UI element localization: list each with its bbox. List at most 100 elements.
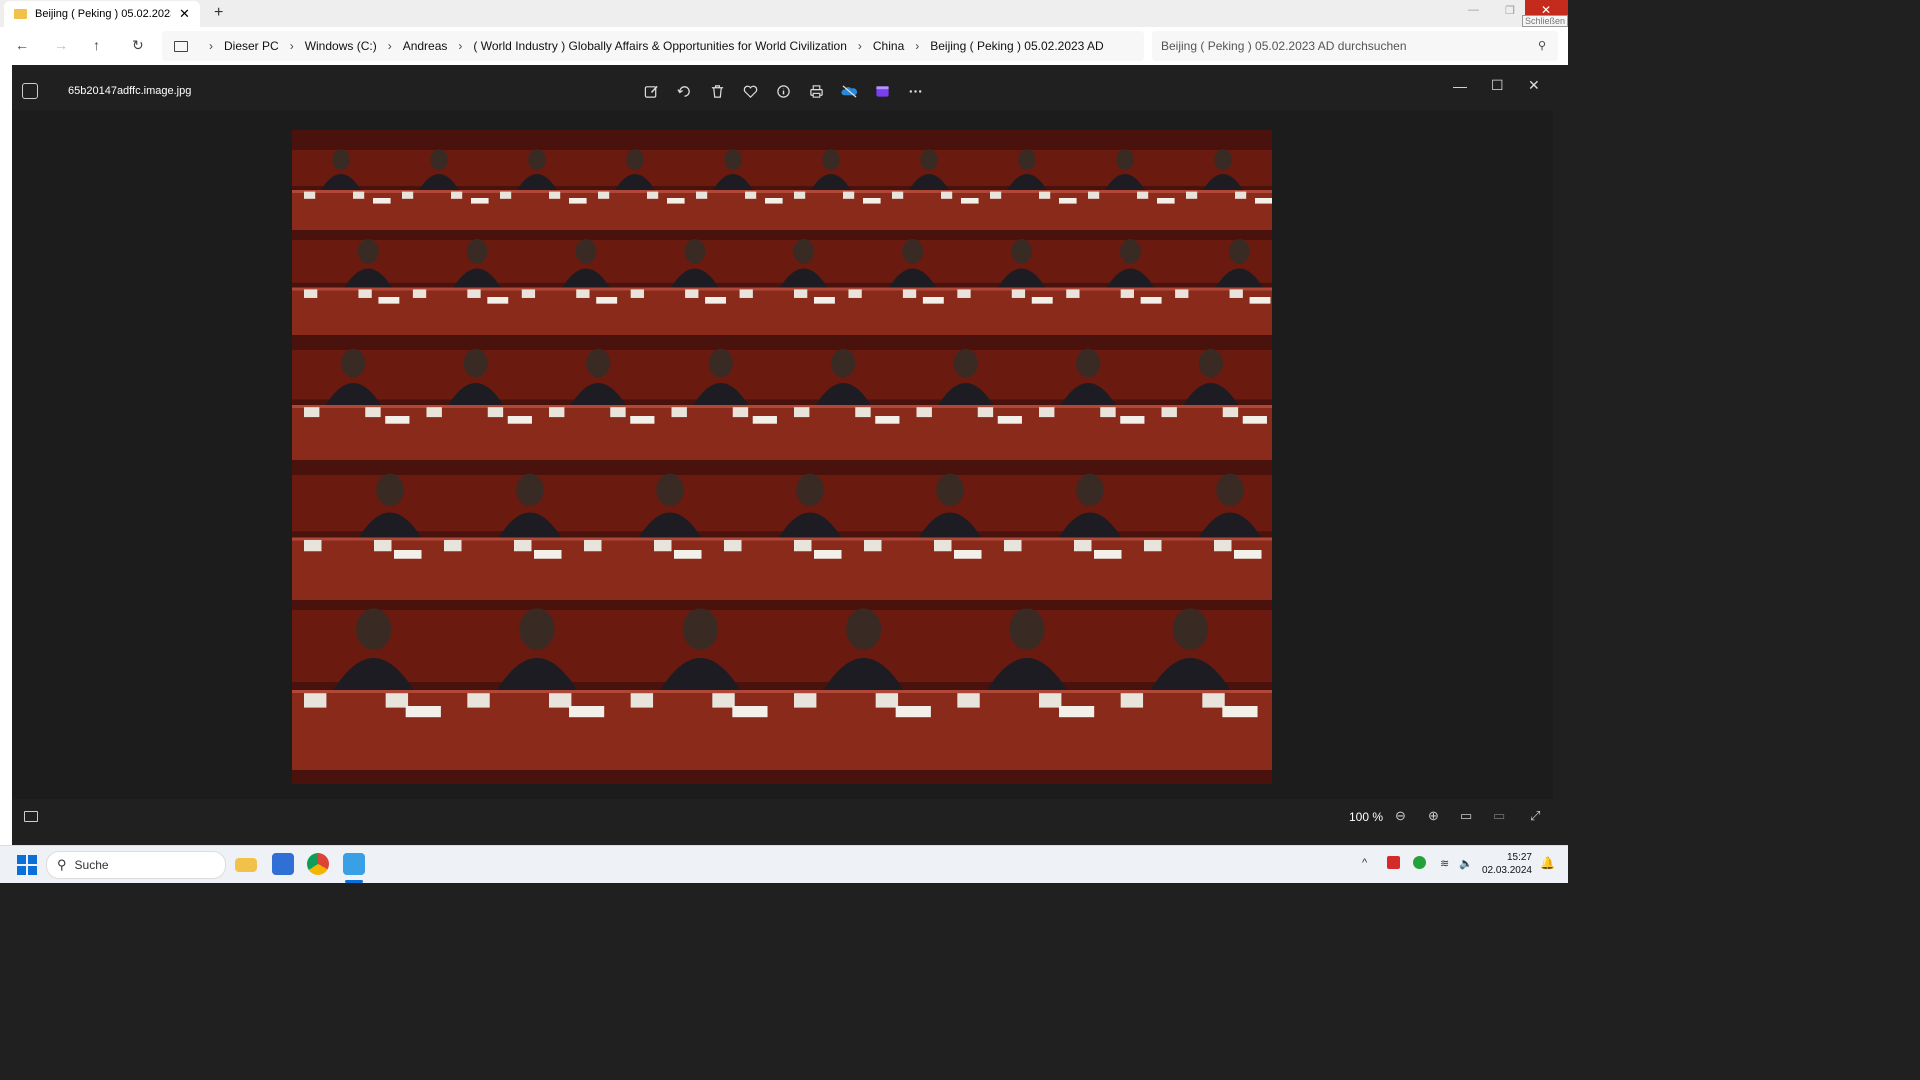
cup (1074, 540, 1092, 552)
figure-head (822, 149, 840, 170)
figure-head (708, 348, 733, 378)
cup (1222, 407, 1239, 418)
zoom-in-icon[interactable]: ⊕ (1428, 808, 1439, 824)
figure-head (1076, 348, 1101, 378)
viewer-minimize-icon[interactable]: — (1453, 78, 1467, 94)
cup (745, 191, 757, 199)
taskbar-search[interactable]: ⚲ Suche (46, 851, 226, 879)
name-card (814, 297, 835, 304)
breadcrumb-item[interactable]: Windows (C:) (305, 39, 377, 53)
breadcrumb-separator[interactable]: › (915, 39, 919, 53)
clipchamp-icon[interactable] (873, 82, 892, 101)
minimize-icon[interactable]: — (1468, 4, 1479, 16)
address-bar[interactable]: › Dieser PC › Windows (C:) › Andreas › ( World … (162, 31, 1144, 61)
figure-head (1011, 239, 1033, 264)
breadcrumb-separator[interactable]: › (209, 39, 213, 53)
name-card (705, 297, 727, 304)
cup (467, 289, 481, 298)
breadcrumb-item[interactable]: ( World Industry ) Globally Affairs & Op… (473, 39, 846, 53)
cup (855, 407, 871, 418)
breadcrumb-item[interactable]: Dieser PC (224, 39, 279, 53)
security-icon[interactable] (1413, 856, 1426, 869)
photos-taskbar-icon[interactable] (343, 853, 365, 875)
cup (444, 540, 462, 552)
chrome-icon[interactable] (307, 853, 329, 875)
cup (353, 191, 365, 199)
store-icon[interactable] (272, 853, 294, 875)
explorer-tab[interactable]: Beijing ( Peking ) 05.02.2023 A ✕ (4, 1, 200, 27)
figure-head (684, 239, 706, 264)
figure-head (528, 149, 546, 170)
figure-head (831, 348, 856, 378)
breadcrumb-separator[interactable]: › (290, 39, 294, 53)
favorite-icon[interactable] (741, 82, 760, 101)
fit-icon[interactable]: ▭ (1460, 808, 1472, 824)
rotate-icon[interactable] (675, 82, 694, 101)
figure-head (1228, 239, 1250, 264)
delete-icon[interactable] (708, 82, 727, 101)
cup (374, 540, 392, 552)
back-icon[interactable]: ← (15, 37, 29, 53)
figure-head (920, 149, 938, 170)
actual-size-icon[interactable]: ▭ (1493, 808, 1505, 824)
fullscreen-icon[interactable]: ⤢ (1530, 808, 1540, 824)
cup (467, 693, 490, 708)
cup (934, 540, 952, 552)
filmstrip-icon[interactable] (24, 811, 38, 822)
up-icon[interactable]: ↑ (93, 37, 100, 53)
cup (1120, 693, 1144, 708)
breadcrumb-item[interactable]: Andreas (403, 39, 448, 53)
clock[interactable]: 15:27 02.03.2024 (1480, 851, 1532, 877)
forward-icon[interactable]: → (54, 37, 68, 53)
restore-icon[interactable]: ❐ (1505, 4, 1515, 17)
figure-head (1009, 608, 1045, 650)
tab-close-icon[interactable]: ✕ (179, 6, 190, 22)
desk-edge (292, 537, 1272, 541)
tray-app-icon[interactable] (1387, 856, 1400, 869)
cup (358, 289, 372, 298)
cup (610, 407, 626, 418)
wifi-icon[interactable]: ≋ (1440, 857, 1449, 870)
breadcrumb-item[interactable]: China (873, 39, 904, 53)
figure-head (519, 608, 555, 650)
cup (794, 693, 817, 708)
edit-icon[interactable] (642, 82, 661, 101)
onedrive-icon[interactable] (840, 82, 859, 101)
viewer-maximize-icon[interactable]: ☐ (1491, 77, 1504, 94)
cup (630, 693, 654, 708)
search-icon: ⚲ (1537, 40, 1546, 52)
breadcrumb-item[interactable]: Beijing ( Peking ) 05.02.2023 AD (930, 39, 1103, 53)
seat-row (292, 350, 1272, 400)
tray-expand-icon[interactable]: ^ (1362, 857, 1367, 869)
cup (647, 191, 659, 199)
close-tooltip: Schließen (1522, 15, 1569, 27)
figure-head (357, 239, 379, 264)
cup (584, 540, 602, 552)
breadcrumb-separator[interactable]: › (458, 39, 462, 53)
print-icon[interactable] (807, 82, 826, 101)
figure-head (1214, 149, 1232, 170)
cup (1120, 289, 1134, 298)
cup (1161, 407, 1177, 418)
folder-icon (14, 9, 27, 19)
cup (990, 191, 1002, 199)
viewer-close-icon[interactable]: ✕ (1528, 77, 1540, 94)
cup (1039, 191, 1051, 199)
folder-search-input[interactable]: Beijing ( Peking ) 05.02.2023 AD durchsu… (1152, 31, 1558, 61)
figure-head (575, 239, 597, 264)
name-card (1140, 297, 1162, 304)
start-button[interactable] (17, 855, 37, 875)
file-explorer-icon[interactable] (235, 858, 257, 872)
name-card (752, 416, 777, 424)
info-icon[interactable] (774, 82, 793, 101)
refresh-icon[interactable]: ↻ (132, 37, 144, 54)
more-icon[interactable] (906, 82, 925, 101)
name-card (1249, 297, 1271, 304)
notification-icon[interactable]: 🔔 (1540, 856, 1555, 870)
photo-canvas[interactable] (292, 130, 1273, 784)
volume-icon[interactable]: 🔈 (1459, 857, 1473, 870)
new-tab-icon[interactable]: + (214, 4, 223, 22)
breadcrumb-separator[interactable]: › (858, 39, 862, 53)
zoom-out-icon[interactable]: ⊖ (1395, 808, 1406, 824)
breadcrumb-separator[interactable]: › (388, 39, 392, 53)
